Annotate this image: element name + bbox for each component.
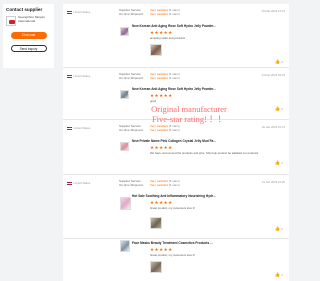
review-text: We have recommend the products and prior…	[150, 151, 259, 155]
like-button[interactable]: 👍0	[275, 160, 283, 166]
review-photo[interactable]	[150, 217, 162, 229]
rating-stars: ★★★★★	[150, 30, 173, 35]
reviewer-info: United States	[67, 181, 90, 185]
review-date: 19 Mar 2023 12:10	[261, 9, 285, 13]
review-item: United States Supplier Service On-time S…	[63, 4, 289, 68]
overlay-line-1: Original manufacturer	[151, 104, 227, 114]
contact-supplier-title: Contact supplier	[6, 7, 43, 12]
shipment-rating: Very satisfied (5 stars)	[150, 128, 180, 132]
thumbs-up-icon: 👍	[274, 226, 281, 231]
reviewer-country: United States	[73, 126, 91, 130]
rating-stars: ★★★★★	[150, 145, 173, 150]
review-text: Great product, my customers love it!	[150, 253, 195, 257]
review-item: Face Masks Beauty Treatment Cosmetics Pr…	[63, 239, 289, 281]
product-thumbnail[interactable]	[120, 90, 129, 99]
us-flag-icon	[67, 181, 72, 185]
thumbs-up-icon: 👍	[274, 106, 281, 111]
rating-stars: ★★★★★	[150, 200, 173, 205]
shipment-rating: Very satisfied (5 stars)	[150, 76, 180, 80]
review-date: 21 Jan 2023 10:40	[261, 180, 285, 184]
thumbs-up-icon: 👍	[274, 272, 281, 277]
on-time-shipment-label: On-time Shipment	[119, 12, 144, 16]
on-time-shipment-label: On-time Shipment	[119, 128, 144, 132]
supplier-panel: Contact supplier Guangzhou Meiyan Intern…	[0, 0, 57, 281]
reviews-list: United States Supplier Service On-time S…	[63, 4, 289, 281]
rating-stars: ★★★★★	[150, 93, 173, 98]
page: Contact supplier Guangzhou Meiyan Intern…	[0, 0, 300, 281]
like-button[interactable]: 👍0	[275, 272, 283, 278]
chat-now-button[interactable]: Chat now	[10, 32, 47, 39]
on-time-shipment-label: On-time Shipment	[119, 76, 144, 80]
rating-stars: ★★★★★	[150, 247, 173, 252]
supplier-logo	[6, 16, 16, 26]
review-photo[interactable]	[150, 44, 162, 56]
product-thumbnail[interactable]	[120, 27, 129, 36]
reviewer-info: United States	[67, 126, 90, 130]
thumbs-up-icon: 👍	[274, 59, 281, 64]
reviewer-country: United States	[73, 10, 91, 14]
on-time-shipment-label: On-time Shipment	[119, 183, 144, 187]
shipment-rating: Very satisfied (5 stars)	[150, 12, 180, 16]
product-name[interactable]: Hot Sale Soothing Anti Inflammatory Nour…	[132, 194, 216, 198]
product-thumbnail[interactable]	[120, 142, 129, 151]
product-thumbnail[interactable]	[120, 197, 131, 210]
reviewer-info: United States	[67, 10, 90, 14]
reviewer-country: United States	[73, 74, 91, 78]
product-name[interactable]: New Korean Anti Aging Rose Soft Hydro Je…	[132, 87, 216, 91]
product-thumbnail[interactable]	[120, 240, 130, 252]
reviewer-info: United States	[67, 74, 90, 78]
review-date: 20 Jan 2023 10:37	[261, 125, 285, 129]
overlay-line-2: Five-star rating! ！！	[151, 114, 227, 124]
us-flag-icon	[67, 10, 72, 14]
product-name[interactable]: Face Masks Beauty Treatment Cosmetics Pr…	[132, 241, 213, 245]
review-text: Great product, my customers love it!	[150, 206, 195, 210]
send-inquiry-button[interactable]: Send inquiry	[10, 45, 47, 52]
shipment-rating: Very satisfied (5 stars)	[150, 183, 180, 187]
us-flag-icon	[67, 74, 72, 78]
like-button[interactable]: 👍0	[275, 59, 283, 65]
like-button[interactable]: 👍0	[275, 226, 283, 232]
review-item: United States Supplier Service On-time S…	[63, 175, 289, 239]
supplier-name[interactable]: Guangzhou Meiyan International	[18, 15, 51, 24]
contact-supplier-card: Contact supplier Guangzhou Meiyan Intern…	[3, 4, 54, 68]
reviewer-country: United States	[73, 181, 91, 185]
product-name[interactable]: New Korean Anti Aging Rose Soft Hydro Je…	[132, 24, 216, 28]
product-name[interactable]: New Private Name Pink Collagen Crystal J…	[132, 139, 216, 143]
review-item: United States Supplier Service On-time S…	[63, 120, 289, 175]
like-button[interactable]: 👍0	[275, 106, 283, 112]
supplier-info: Guangzhou Meiyan International	[6, 15, 51, 26]
us-flag-icon	[67, 126, 72, 130]
review-date: 14 Feb 2023 03:20	[261, 73, 285, 77]
review-photo[interactable]	[150, 261, 162, 273]
thumbs-up-icon: 👍	[274, 160, 281, 165]
promo-overlay-text: Original manufacturer Five-star rating! …	[140, 104, 238, 124]
review-text: amazing seller and products	[150, 36, 185, 40]
